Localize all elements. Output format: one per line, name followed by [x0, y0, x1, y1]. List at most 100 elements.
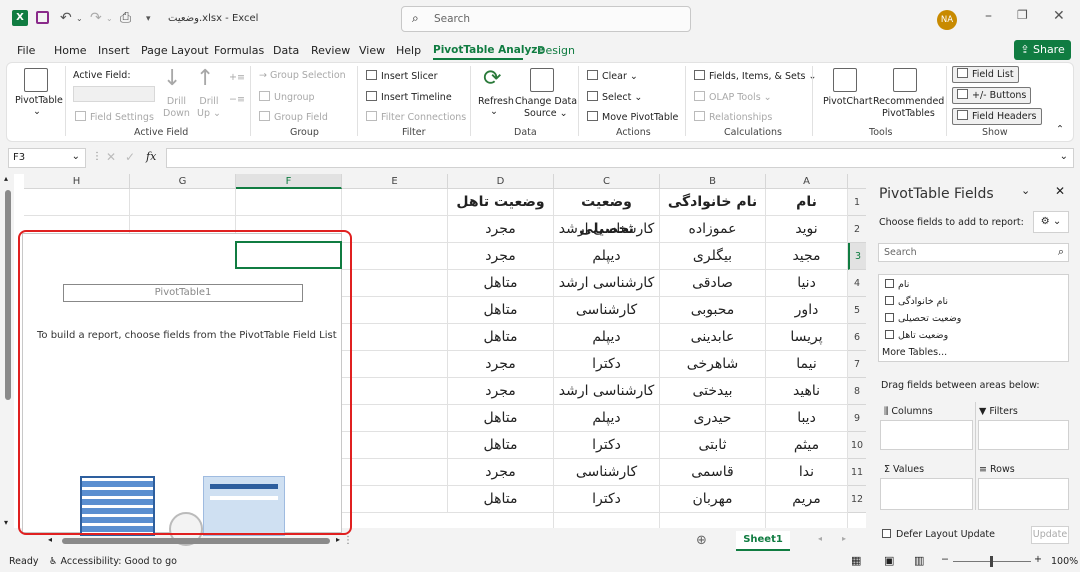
customize-toolbar-icon[interactable]: ▾ [146, 14, 151, 24]
pivottable-dropdown-icon[interactable]: ⌄ [33, 106, 41, 117]
data-cell[interactable]: دنیا [766, 270, 848, 297]
data-cell[interactable]: پریسا [766, 324, 848, 351]
menu-home[interactable]: Home [54, 44, 86, 57]
menu-file[interactable]: File [17, 44, 35, 57]
move-pivottable-button[interactable]: Move PivotTable [587, 111, 678, 123]
sheet-tab[interactable]: Sheet1 [736, 531, 790, 551]
filters-drop-area[interactable] [978, 420, 1069, 450]
empty-cell[interactable] [342, 405, 448, 432]
sheet-nav-right-icon[interactable]: ▸ [842, 534, 846, 543]
data-cell[interactable]: عموزاده [660, 216, 766, 243]
menu-pivottable-analyze[interactable]: PivotTable Analyze [433, 44, 545, 56]
name-box-dropdown-icon[interactable]: ⌄ [72, 151, 80, 162]
select-all-corner[interactable] [848, 174, 866, 189]
menu-review[interactable]: Review [311, 44, 350, 57]
refresh-dropdown-icon[interactable]: ⌄ [490, 106, 498, 117]
header-cell-c[interactable]: وضعیت تحصیلی [554, 189, 660, 237]
column-header-b[interactable]: B [660, 174, 766, 189]
data-cell[interactable]: مجرد [448, 243, 554, 270]
change-data-source-button[interactable]: Change Data [515, 96, 577, 107]
row-header-2[interactable]: 2 [848, 216, 866, 243]
group-selection-button[interactable]: → Group Selection [259, 70, 346, 81]
horizontal-scroll-thumb[interactable] [62, 538, 330, 544]
data-cell[interactable]: دیپلم [554, 324, 660, 351]
data-cell[interactable]: دکترا [554, 486, 660, 513]
data-cell[interactable]: عابدینی [660, 324, 766, 351]
row-header-7[interactable]: 7 [848, 351, 866, 378]
field-item[interactable]: وضعیت تحصیلی [885, 313, 961, 324]
empty-cell[interactable] [342, 216, 448, 243]
expand-field-icon[interactable]: +≡ [229, 72, 245, 83]
add-sheet-icon[interactable]: ⊕ [696, 533, 707, 548]
pane-options-icon[interactable]: ⌄ [1021, 184, 1030, 197]
minimize-icon[interactable]: – [985, 8, 992, 24]
collapse-field-icon[interactable]: −≡ [229, 94, 245, 105]
redo-dropdown-icon[interactable]: ⌄ [106, 14, 113, 23]
data-cell[interactable]: شاهرخی [660, 351, 766, 378]
data-cell[interactable]: کارشناسی [554, 297, 660, 324]
column-header-g[interactable]: G [130, 174, 236, 189]
zoom-out-icon[interactable]: − [941, 554, 949, 565]
buttons-toggle[interactable]: +/- Buttons [952, 87, 1032, 104]
data-cell[interactable]: متاهل [448, 270, 554, 297]
collapse-ribbon-icon[interactable]: ⌃ [1056, 124, 1064, 135]
close-icon[interactable]: ✕ [1053, 8, 1065, 24]
row-header-10[interactable]: 10 [848, 432, 866, 459]
scroll-up-icon[interactable]: ▴ [4, 174, 8, 183]
drill-down-button[interactable]: Drill Down [163, 96, 190, 120]
data-cell[interactable]: ناهید [766, 378, 848, 405]
data-cell[interactable]: ندا [766, 459, 848, 486]
columns-drop-area[interactable] [880, 420, 973, 450]
header-cell-a[interactable]: نام [766, 189, 848, 216]
tools-settings-button[interactable]: ⚙ ⌄ [1033, 211, 1069, 233]
data-cell[interactable]: دیبا [766, 405, 848, 432]
empty-cell[interactable] [24, 189, 130, 216]
menu-formulas[interactable]: Formulas [214, 44, 264, 57]
pane-search-input[interactable]: Search ⌕ [878, 243, 1069, 262]
row-header-12[interactable]: 12 [848, 486, 866, 513]
empty-cell[interactable] [342, 432, 448, 459]
data-cell[interactable]: متاهل [448, 324, 554, 351]
menu-data[interactable]: Data [273, 44, 299, 57]
empty-cell[interactable] [342, 486, 448, 513]
data-cell[interactable]: مریم [766, 486, 848, 513]
data-cell[interactable]: مجرد [448, 378, 554, 405]
data-cell[interactable]: مجید [766, 243, 848, 270]
data-cell[interactable]: مجرد [448, 216, 554, 243]
insert-slicer-button[interactable]: Insert Slicer [366, 70, 438, 82]
data-cell[interactable]: متاهل [448, 297, 554, 324]
data-cell[interactable]: صادقی [660, 270, 766, 297]
field-checkbox[interactable] [885, 296, 894, 305]
column-header-h[interactable]: H [24, 174, 130, 189]
data-cell[interactable]: مهربان [660, 486, 766, 513]
zoom-slider-thumb[interactable] [990, 556, 993, 567]
data-cell[interactable]: دیپلم [554, 405, 660, 432]
empty-cell[interactable] [342, 459, 448, 486]
zoom-level[interactable]: 100% [1051, 556, 1078, 567]
drill-up-button[interactable]: Drill Up ⌄ [197, 96, 221, 120]
menu-insert[interactable]: Insert [98, 44, 130, 57]
menu-help[interactable]: Help [396, 44, 421, 57]
field-checkbox[interactable] [885, 279, 894, 288]
clear-button[interactable]: Clear ⌄ [587, 70, 638, 82]
field-headers-toggle[interactable]: Field Headers [952, 108, 1042, 125]
scroll-left-icon[interactable]: ◂ [48, 535, 52, 544]
select-button[interactable]: Select ⌄ [587, 91, 642, 103]
field-item[interactable]: نام [885, 279, 909, 290]
menu-design[interactable]: Design [537, 44, 575, 57]
filter-connections-button[interactable]: Filter Connections [366, 111, 466, 123]
ungroup-button[interactable]: Ungroup [259, 91, 315, 103]
save-icon[interactable] [36, 11, 49, 24]
cancel-formula-icon[interactable]: ✕ [106, 150, 116, 164]
name-box[interactable]: F3 ⌄ [8, 148, 86, 168]
row-header-4[interactable]: 4 [848, 270, 866, 297]
expand-formula-bar-icon[interactable]: ⌄ [1060, 151, 1068, 162]
accessibility-status[interactable]: ♿ Accessibility: Good to go [49, 556, 177, 567]
row-header-6[interactable]: 6 [848, 324, 866, 351]
horizontal-scrollbar[interactable]: ◂ ▸ [14, 535, 346, 547]
enter-formula-icon[interactable]: ✓ [125, 150, 135, 164]
empty-cell[interactable] [236, 189, 342, 216]
field-item[interactable]: نام خانوادگی [885, 296, 948, 307]
search-box[interactable]: ⌕ Search [401, 6, 691, 32]
row-header-3[interactable]: 3 [848, 243, 866, 270]
